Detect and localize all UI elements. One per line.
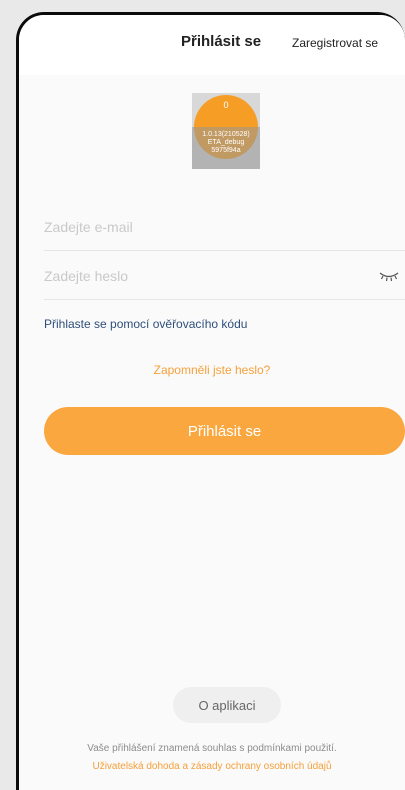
email-field-row [44,203,405,251]
app-logo: 0 1.0.13(210528) ETA_debug 5975f94a [192,93,260,169]
user-agreement-privacy-link[interactable]: Uživatelská dohoda a zásady ochrany osob… [19,761,405,772]
debug-hash: 5975f94a [211,147,241,154]
app-screen: Přihlásit se Zaregistrovat se 0 1.0.13(2… [19,15,405,790]
password-field-row [44,252,405,300]
terms-notice: Vaše přihlášení znamená souhlas s podmín… [87,743,337,754]
forgot-password-link[interactable]: Zapomněli jste heslo? [19,363,405,377]
password-input[interactable] [44,264,344,288]
debug-build-type: ETA_debug [207,139,245,146]
about-app-button[interactable]: O aplikaci [173,687,281,723]
eye-closed-icon[interactable] [379,270,399,282]
logo-counter: 0 [223,100,229,110]
device-frame: Přihlásit se Zaregistrovat se 0 1.0.13(2… [16,12,405,790]
register-link[interactable]: Zaregistrovat se [292,36,378,50]
verification-code-login-link[interactable]: Přihlaste se pomocí ověřovacího kódu [44,317,247,331]
email-input[interactable] [44,215,344,239]
page-title: Přihlásit se [181,33,262,50]
login-button[interactable]: Přihlásit se [44,407,405,455]
debug-version-badge: 1.0.13(210528) ETA_debug 5975f94a [192,127,260,169]
debug-version: 1.0.13(210528) [202,131,250,138]
header-bar: Přihlásit se Zaregistrovat se [19,15,405,75]
